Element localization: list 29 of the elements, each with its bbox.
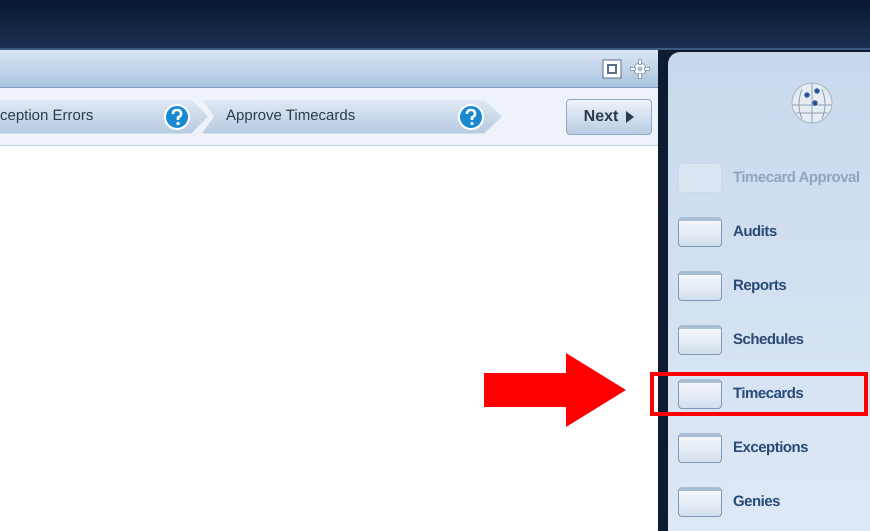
help-icon[interactable] [458, 104, 484, 130]
sidebar-item[interactable]: Exceptions [678, 428, 870, 468]
help-icon[interactable] [164, 104, 190, 130]
item-label: Audits [733, 222, 777, 242]
settings-icon[interactable] [630, 58, 650, 78]
step-label: ception Errors [0, 106, 94, 126]
maximize-icon[interactable] [602, 58, 622, 78]
workflow-step[interactable]: Approve Timecards [202, 100, 502, 134]
item-label: Genies [733, 492, 780, 512]
item-label: Exceptions [733, 438, 808, 458]
sidebar-item[interactable]: Schedules [678, 320, 870, 360]
workflow-step[interactable]: ception Errors [0, 100, 208, 134]
window-icon [678, 379, 722, 409]
next-button[interactable]: Next [566, 98, 652, 134]
sidebar-item[interactable]: Genies [678, 482, 870, 522]
item-label: Timecards [733, 384, 804, 404]
sidebar-item[interactable]: Reports [678, 266, 870, 306]
window-icon [678, 487, 722, 517]
play-icon [626, 110, 634, 122]
sidebar-item[interactable]: Audits [678, 212, 870, 252]
step-label: Approve Timecards [226, 106, 356, 126]
item-label: Schedules [733, 330, 804, 350]
item-label: Timecard Approval [733, 168, 860, 188]
sidebar-item[interactable]: Timecards [652, 374, 866, 414]
window-icon [678, 433, 722, 463]
item-label: Reports [733, 276, 786, 296]
window-icon [678, 325, 722, 355]
window-icon [678, 271, 722, 301]
window-icon [678, 217, 722, 247]
